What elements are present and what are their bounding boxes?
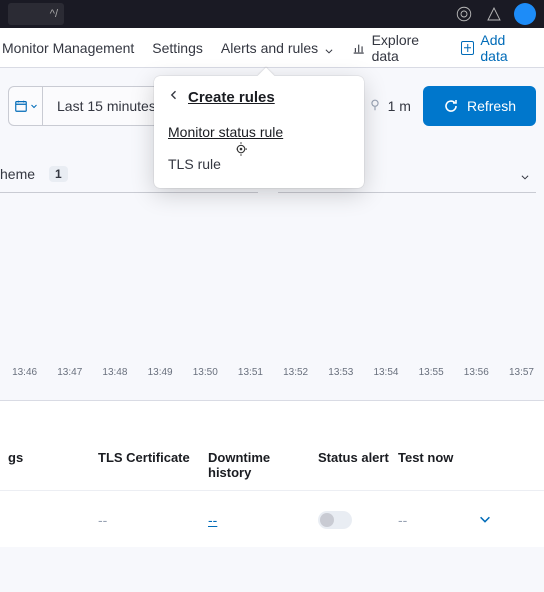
cell-downtime[interactable]: --	[204, 512, 314, 528]
chevron-down-icon	[520, 169, 530, 179]
th-gs[interactable]: gs	[4, 450, 94, 480]
nav-alerts-rules[interactable]: Alerts and rules	[221, 40, 334, 56]
xaxis-tick: 13:50	[183, 367, 228, 378]
nav-label: Monitor Management	[2, 40, 134, 56]
cell-tls-cert: --	[94, 512, 204, 528]
plus-icon	[461, 41, 474, 55]
nav-monitor-management[interactable]: Monitor Management	[2, 40, 134, 56]
nav-explore-data[interactable]: Explore data	[352, 32, 447, 64]
main-nav: Monitor Management Settings Alerts and r…	[0, 28, 544, 68]
popover-header: Create rules	[154, 88, 364, 116]
xaxis-tick: 13:56	[454, 367, 499, 378]
terminal-indicator[interactable]: ^/	[8, 3, 64, 25]
th-tls-cert[interactable]: TLS Certificate	[94, 450, 204, 480]
table-header-row: gs TLS Certificate Downtime history Stat…	[0, 420, 544, 490]
back-chevron-icon[interactable]	[168, 88, 180, 106]
refresh-interval[interactable]: 1 m	[364, 98, 415, 115]
date-range-text: Last 15 minutes	[43, 98, 170, 114]
date-range-picker[interactable]: Last 15 minutes	[8, 86, 171, 126]
newsfeed-icon[interactable]	[484, 4, 504, 24]
cell-test-now: --	[394, 512, 474, 528]
pings-chart: 13:4613:4713:4813:4913:5013:5113:5213:53…	[0, 193, 544, 384]
th-expand	[474, 450, 514, 480]
bar-chart-icon	[352, 41, 365, 55]
xaxis-tick: 13:46	[2, 367, 47, 378]
terminal-symbol: ^/	[50, 8, 58, 20]
refresh-label: Refresh	[467, 98, 516, 114]
chart-bars	[2, 221, 544, 361]
calendar-icon[interactable]	[9, 87, 43, 125]
xaxis-tick: 13:53	[318, 367, 363, 378]
xaxis-tick: 13:48	[92, 367, 137, 378]
nav-add-data[interactable]: Add data	[461, 32, 534, 64]
popover-title: Create rules	[188, 89, 275, 106]
xaxis-tick: 13:57	[499, 367, 544, 378]
refresh-button[interactable]: Refresh	[423, 86, 536, 126]
nav-label: Add data	[480, 32, 534, 64]
pin-icon	[368, 98, 382, 115]
th-downtime[interactable]: Downtime history	[204, 450, 314, 480]
xaxis-tick: 13:52	[273, 367, 318, 378]
filter-label: heme	[0, 166, 35, 182]
nav-right: Explore data Add data	[352, 32, 542, 64]
xaxis-tick: 13:54	[363, 367, 408, 378]
table-row: -- -- --	[0, 490, 544, 547]
filter-count-badge: 1	[49, 166, 68, 182]
create-rules-popover: Create rules Monitor status rule TLS rul…	[154, 76, 364, 188]
th-test-now[interactable]: Test now	[394, 450, 474, 480]
app-topbar: ^/	[0, 0, 544, 28]
nav-label: Settings	[152, 40, 203, 56]
xaxis-tick: 13:55	[409, 367, 454, 378]
nav-settings[interactable]: Settings	[152, 40, 203, 56]
chart-xaxis: 13:4613:4713:4813:4913:5013:5113:5213:53…	[2, 367, 544, 378]
cursor-icon	[232, 140, 250, 163]
topbar-left: ^/	[8, 3, 64, 25]
xaxis-tick: 13:49	[138, 367, 183, 378]
status-alert-toggle[interactable]	[318, 511, 352, 529]
popover-item-tls[interactable]: TLS rule	[154, 148, 364, 180]
xaxis-tick: 13:47	[47, 367, 92, 378]
cell-status-alert	[314, 511, 394, 529]
topbar-right	[454, 3, 536, 25]
refresh-icon	[443, 98, 459, 114]
nav-label: Explore data	[372, 32, 447, 64]
expand-row-button[interactable]	[474, 512, 514, 529]
nav-label: Alerts and rules	[221, 40, 318, 56]
xaxis-tick: 13:51	[228, 367, 273, 378]
help-icon[interactable]	[454, 4, 474, 24]
th-status-alert[interactable]: Status alert	[314, 450, 394, 480]
chevron-down-icon	[324, 43, 334, 53]
chevron-down-icon	[30, 102, 38, 110]
avatar[interactable]	[514, 3, 536, 25]
interval-value: 1 m	[388, 98, 411, 114]
popover-item-monitor-status[interactable]: Monitor status rule	[154, 116, 364, 148]
section-divider	[0, 400, 544, 420]
